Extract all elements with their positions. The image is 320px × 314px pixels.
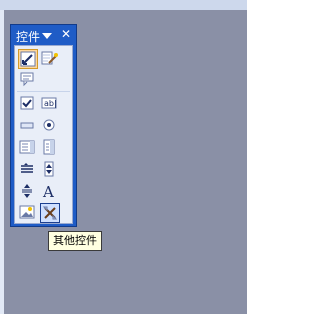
combo-box-tool[interactable]: [40, 138, 60, 158]
list-box-tool[interactable]: [18, 138, 38, 158]
font-icon-text: A: [42, 183, 54, 200]
close-icon[interactable]: ✕: [59, 27, 73, 41]
top-strip: [0, 0, 247, 10]
textbox-icon-text: ab|: [44, 99, 57, 108]
control-wizard-button[interactable]: [40, 49, 60, 69]
checkbox-tool[interactable]: [18, 94, 38, 114]
image-tool[interactable]: [18, 203, 38, 223]
more-controls-button[interactable]: [40, 203, 60, 223]
left-strip: [0, 10, 4, 314]
workspace-background: 控件 ✕ ab| A 其他控件: [0, 0, 247, 314]
toolbox-title: 控件: [16, 30, 41, 44]
spin-button-tool[interactable]: [40, 160, 60, 180]
toggle-button-tool[interactable]: [18, 182, 38, 202]
textbox-tool[interactable]: ab|: [40, 94, 60, 114]
font-tool[interactable]: A: [40, 182, 60, 202]
separator: [17, 91, 70, 92]
scroll-bar-tool[interactable]: [18, 160, 38, 180]
tooltip: 其他控件: [48, 231, 102, 251]
toolbox-title-bar[interactable]: 控件 ✕: [13, 26, 74, 44]
control-toolbox[interactable]: 控件 ✕ ab| A: [10, 24, 77, 227]
command-button-tool[interactable]: [18, 116, 38, 136]
option-button-tool[interactable]: [40, 116, 60, 136]
label-tool[interactable]: [18, 69, 38, 89]
toolbox-panel: ab| A: [14, 45, 73, 224]
select-objects-button[interactable]: [18, 49, 38, 69]
dropdown-arrow-icon[interactable]: [41, 30, 53, 40]
